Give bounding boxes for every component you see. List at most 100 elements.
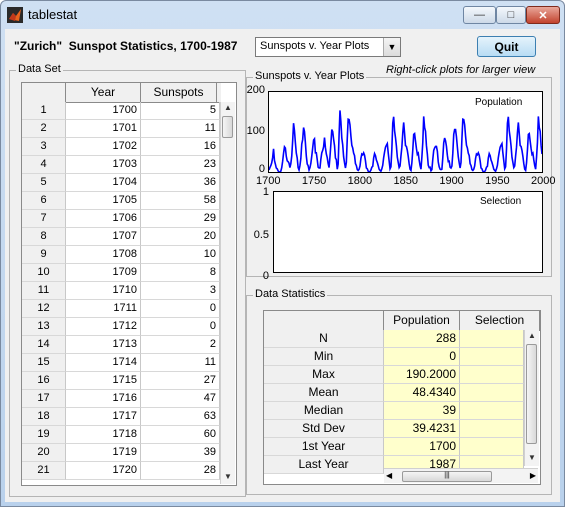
sunspots-cell[interactable]: 20 — [141, 228, 220, 246]
row-header[interactable]: 21 — [22, 462, 66, 480]
sunspots-cell[interactable]: 5 — [141, 102, 220, 120]
minimize-button[interactable]: — — [463, 6, 496, 24]
stats-horizontal-scrollbar[interactable]: ◀ ||| ▶ — [384, 468, 538, 483]
row-header[interactable]: 13 — [22, 318, 66, 336]
scroll-left-icon[interactable]: ◀ — [386, 469, 392, 483]
row-header[interactable]: 3 — [22, 138, 66, 156]
row-header[interactable]: 8 — [22, 228, 66, 246]
year-cell[interactable]: 1703 — [66, 156, 141, 174]
row-header[interactable]: 17 — [22, 390, 66, 408]
year-cell[interactable]: 1707 — [66, 228, 141, 246]
row-header[interactable]: 15 — [22, 354, 66, 372]
population-plot-axes[interactable]: Population — [268, 91, 543, 173]
scroll-down-icon[interactable]: ▼ — [221, 471, 235, 483]
year-cell[interactable]: 1716 — [66, 390, 141, 408]
row-header[interactable]: 9 — [22, 246, 66, 264]
dataset-vertical-scrollbar[interactable]: ▲ ▼ — [220, 102, 235, 484]
stats-population-cell[interactable]: 48.4340 — [384, 384, 460, 402]
stats-selection-cell[interactable] — [460, 330, 524, 348]
selection-plot-axes[interactable]: Selection — [273, 191, 543, 273]
row-header[interactable]: 20 — [22, 444, 66, 462]
sunspots-cell[interactable]: 10 — [141, 246, 220, 264]
stats-population-cell[interactable]: 0 — [384, 348, 460, 366]
maximize-button[interactable]: □ — [496, 6, 526, 24]
row-header[interactable]: 1 — [22, 102, 66, 120]
year-cell[interactable]: 1708 — [66, 246, 141, 264]
stats-table[interactable]: Population Selection N 288 Min 0 Max 190.2000… — [263, 310, 541, 485]
row-header[interactable]: 7 — [22, 210, 66, 228]
year-cell[interactable]: 1702 — [66, 138, 141, 156]
sunspots-cell[interactable]: 60 — [141, 426, 220, 444]
sunspots-cell[interactable]: 27 — [141, 372, 220, 390]
year-cell[interactable]: 1719 — [66, 444, 141, 462]
sunspots-cell[interactable]: 11 — [141, 354, 220, 372]
row-header[interactable]: 11 — [22, 282, 66, 300]
scroll-up-icon[interactable]: ▲ — [221, 102, 235, 114]
scroll-thumb[interactable]: ||| — [402, 471, 492, 482]
stats-selection-cell[interactable] — [460, 366, 524, 384]
row-header[interactable]: 18 — [22, 408, 66, 426]
sunspots-cell[interactable]: 0 — [141, 318, 220, 336]
dataset-table[interactable]: Year Sunspots 1 1700 5 2 1701 11 3 1702 16 4 1703 2… — [21, 82, 237, 486]
row-header[interactable]: 10 — [22, 264, 66, 282]
year-cell[interactable]: 1720 — [66, 462, 141, 480]
year-cell[interactable]: 1701 — [66, 120, 141, 138]
scroll-thumb[interactable] — [526, 344, 537, 444]
year-cell[interactable]: 1715 — [66, 372, 141, 390]
sunspots-cell[interactable]: 58 — [141, 192, 220, 210]
year-cell[interactable]: 1709 — [66, 264, 141, 282]
sunspots-cell[interactable]: 47 — [141, 390, 220, 408]
scroll-up-icon[interactable]: ▲ — [525, 330, 539, 342]
stats-population-cell[interactable]: 39 — [384, 402, 460, 420]
sunspots-cell[interactable]: 11 — [141, 120, 220, 138]
plot-type-select[interactable]: Sunspots v. Year Plots ▼ — [255, 37, 401, 57]
row-header[interactable]: 6 — [22, 192, 66, 210]
row-header[interactable]: 16 — [22, 372, 66, 390]
year-cell[interactable]: 1706 — [66, 210, 141, 228]
column-header-population[interactable]: Population — [384, 311, 460, 330]
stats-selection-cell[interactable] — [460, 438, 524, 456]
year-cell[interactable]: 1714 — [66, 354, 141, 372]
stats-population-cell[interactable]: 190.2000 — [384, 366, 460, 384]
year-cell[interactable]: 1718 — [66, 426, 141, 444]
stats-selection-cell[interactable] — [460, 420, 524, 438]
year-cell[interactable]: 1713 — [66, 336, 141, 354]
title-bar[interactable]: tablestat — □ ✕ — [1, 1, 564, 29]
year-cell[interactable]: 1705 — [66, 192, 141, 210]
sunspots-cell[interactable]: 3 — [141, 282, 220, 300]
sunspots-cell[interactable]: 29 — [141, 210, 220, 228]
row-header[interactable]: 5 — [22, 174, 66, 192]
scroll-down-icon[interactable]: ▼ — [525, 452, 539, 464]
year-cell[interactable]: 1704 — [66, 174, 141, 192]
sunspots-cell[interactable]: 2 — [141, 336, 220, 354]
year-cell[interactable]: 1710 — [66, 282, 141, 300]
sunspots-cell[interactable]: 0 — [141, 300, 220, 318]
stats-vertical-scrollbar[interactable]: ▲ ▼ — [524, 330, 539, 466]
stats-selection-cell[interactable] — [460, 384, 524, 402]
chevron-down-icon[interactable]: ▼ — [383, 38, 400, 56]
row-header[interactable]: 4 — [22, 156, 66, 174]
sunspots-cell[interactable]: 36 — [141, 174, 220, 192]
year-cell[interactable]: 1717 — [66, 408, 141, 426]
row-header[interactable]: 12 — [22, 300, 66, 318]
year-cell[interactable]: 1712 — [66, 318, 141, 336]
sunspots-cell[interactable]: 8 — [141, 264, 220, 282]
stats-selection-cell[interactable] — [460, 402, 524, 420]
sunspots-cell[interactable]: 16 — [141, 138, 220, 156]
quit-button[interactable]: Quit — [477, 36, 536, 57]
row-header[interactable]: 19 — [22, 426, 66, 444]
sunspots-cell[interactable]: 63 — [141, 408, 220, 426]
scroll-thumb[interactable] — [222, 116, 233, 138]
stats-population-cell[interactable]: 1700 — [384, 438, 460, 456]
column-header-sunspots[interactable]: Sunspots — [141, 83, 217, 102]
scroll-right-icon[interactable]: ▶ — [530, 469, 536, 483]
sunspots-cell[interactable]: 28 — [141, 462, 220, 480]
row-header[interactable]: 14 — [22, 336, 66, 354]
stats-population-cell[interactable]: 288 — [384, 330, 460, 348]
row-header[interactable]: 2 — [22, 120, 66, 138]
column-header-selection[interactable]: Selection — [460, 311, 540, 330]
column-header-year[interactable]: Year — [66, 83, 141, 102]
sunspots-cell[interactable]: 23 — [141, 156, 220, 174]
stats-selection-cell[interactable] — [460, 348, 524, 366]
year-cell[interactable]: 1711 — [66, 300, 141, 318]
